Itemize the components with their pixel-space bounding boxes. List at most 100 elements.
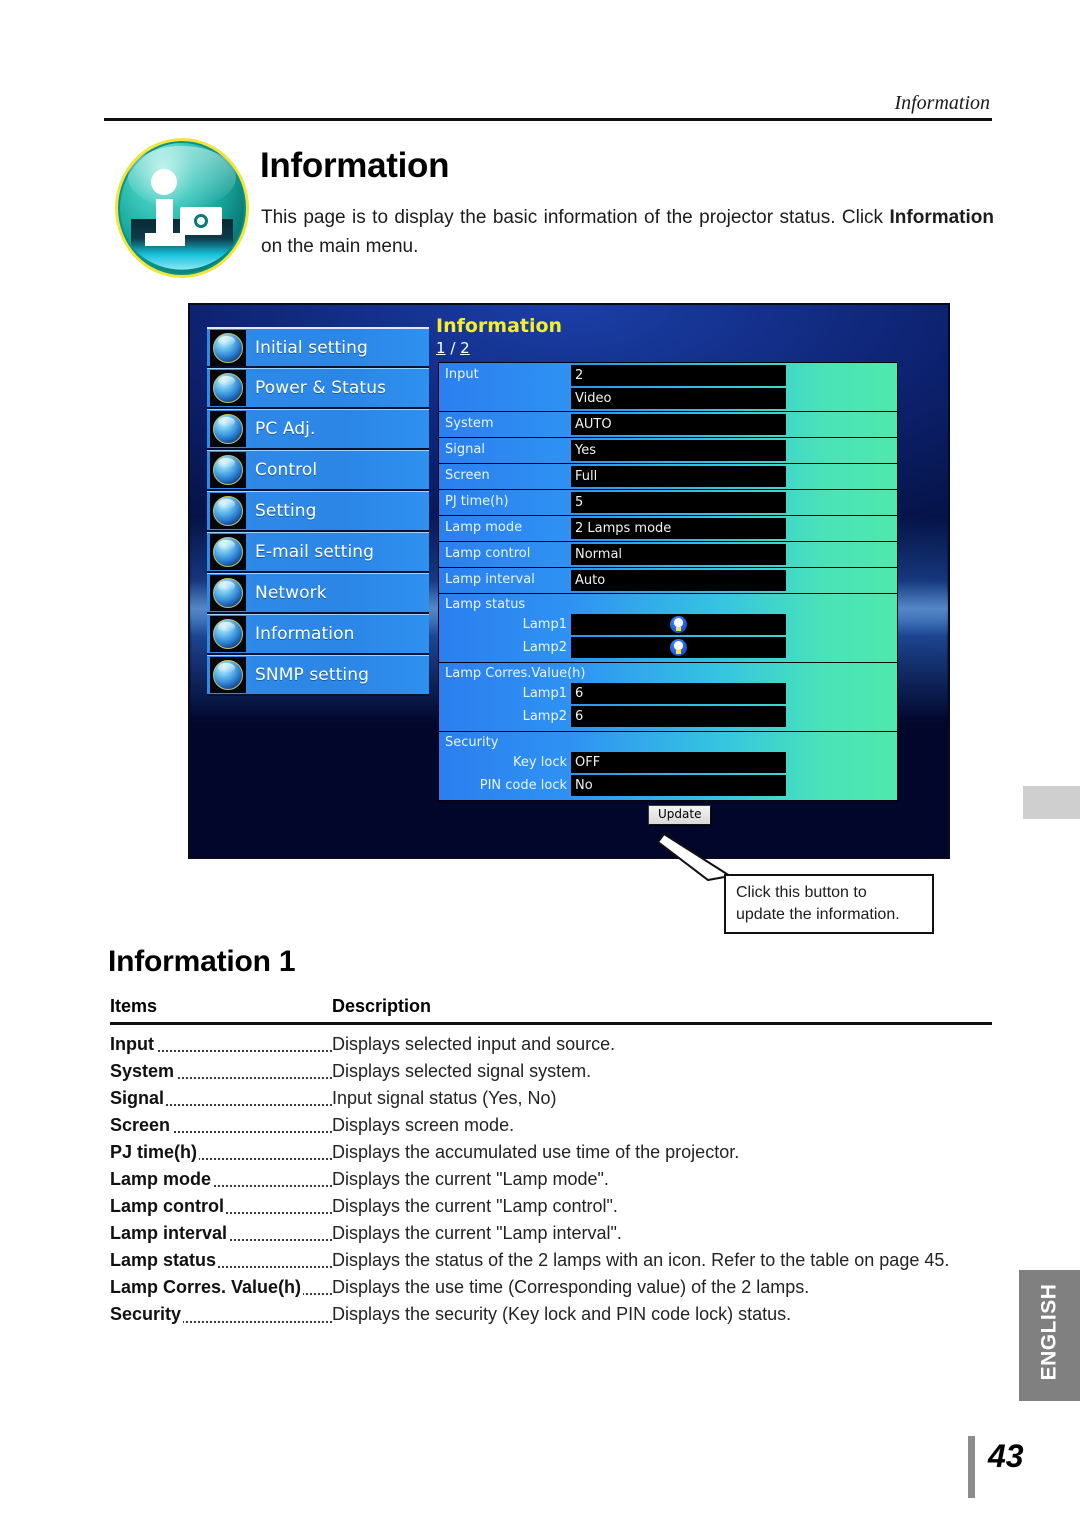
item-description: Input signal status (Yes, No) — [332, 1087, 557, 1108]
sidebar-item-label: Initial setting — [255, 337, 368, 358]
table-row: Lamp interval Displays the current "Lamp … — [110, 1220, 992, 1246]
info-row-label: Lamp mode — [445, 520, 523, 535]
callout-box: Click this button to update the informat… — [724, 874, 934, 934]
pager-current[interactable]: 1 — [436, 339, 446, 357]
info-row: Signal Yes — [439, 438, 897, 464]
sidebar-item-information[interactable]: Information — [207, 614, 429, 655]
info-subrow-label: Lamp1 — [522, 686, 567, 701]
table-row: Security Displays the security (Key lock … — [110, 1301, 992, 1327]
item-name: Lamp Corres. Value(h) — [110, 1277, 304, 1298]
sidebar-item-network[interactable]: Network — [207, 573, 429, 614]
item-description: Displays the current "Lamp control". — [332, 1196, 618, 1217]
item-name: Lamp mode — [110, 1168, 214, 1189]
item-name: Screen — [110, 1114, 173, 1135]
info-subrow: Lamp1 — [439, 614, 897, 635]
badge-i-base — [145, 233, 185, 246]
item-name-cell: Lamp status — [110, 1247, 332, 1273]
item-description: Displays selected signal system. — [332, 1060, 592, 1081]
sidebar-item-label: Power & Status — [255, 378, 387, 398]
orb-shape — [213, 373, 243, 403]
info-subrow-label: Lamp2 — [522, 640, 567, 655]
sidebar-item-label: Information — [255, 624, 355, 644]
sidebar-item-power-status[interactable]: Power & Status — [207, 368, 429, 409]
information-badge-icon — [109, 134, 255, 280]
language-tab-english: ENGLISH — [1019, 1270, 1080, 1401]
item-description: Displays the current "Lamp mode". — [332, 1168, 609, 1189]
intro-paragraph: This page is to display the basic inform… — [261, 203, 994, 262]
info-subrow: PIN code lock No — [439, 775, 897, 796]
item-description: Displays the status of the 2 lamps with … — [332, 1250, 950, 1271]
info-subrow-value-box: 6 — [571, 706, 786, 727]
page-number: 43 — [988, 1438, 1024, 1474]
lamp-bulb-icon — [670, 616, 687, 633]
info-row-values: AUTO — [571, 412, 897, 437]
table-row: Lamp Corres. Value(h) Displays the use ti… — [110, 1274, 992, 1300]
items-table-body: Input Displays selected input and source.… — [110, 1031, 992, 1328]
initial-setting-orb-icon — [210, 329, 246, 366]
page-title: Information — [260, 146, 450, 185]
column-header-items: Items — [110, 996, 158, 1016]
info-subrow-value-box: 6 — [571, 683, 786, 704]
sidebar-item-setting[interactable]: Setting — [207, 491, 429, 532]
pane-pager: 1 / 2 — [436, 339, 934, 357]
info-value-box: Yes — [571, 440, 786, 461]
info-row-label: Lamp control — [445, 546, 531, 561]
information-table: Input 2 Video System AUTO Signal Yes Screen Full… — [438, 362, 898, 801]
sidebar-item-label: E-mail setting — [255, 542, 375, 562]
info-row-values: 2 Lamps mode — [571, 516, 897, 541]
item-name: Security — [110, 1304, 184, 1325]
intro-text-pre: This page is to display the basic inform… — [261, 207, 890, 228]
info-value-box: Normal — [571, 544, 786, 565]
item-name-cell: Screen — [110, 1112, 332, 1138]
info-subrow-label: Lamp2 — [522, 709, 567, 724]
language-tab-label: ENGLISH — [1037, 1283, 1061, 1381]
table-row: Lamp status Displays the status of the 2 … — [110, 1247, 992, 1273]
info-row: Screen Full — [439, 464, 897, 490]
item-name-cell: Lamp control — [110, 1193, 332, 1219]
callout-line-2: update the information. — [736, 905, 900, 923]
table-row: Signal Input signal status (Yes, No) — [110, 1085, 992, 1111]
info-row: Lamp control Normal — [439, 542, 897, 568]
pane-title: Information — [436, 315, 563, 337]
sidebar-item-pc-adj[interactable]: PC Adj. — [207, 409, 429, 450]
sidebar-item-label: SNMP setting — [255, 665, 369, 685]
sidebar-item-control[interactable]: Control — [207, 450, 429, 491]
intro-text-post: on the main menu. — [261, 236, 419, 258]
table-row: Lamp control Displays the current "Lamp c… — [110, 1193, 992, 1219]
control-orb-icon — [210, 452, 246, 488]
orb-shape — [213, 619, 243, 649]
info-group: Security Key lock OFF PIN code lock No — [439, 732, 897, 800]
pager-total[interactable]: 2 — [460, 339, 470, 357]
orb-shape — [213, 537, 243, 567]
item-name: System — [110, 1060, 177, 1081]
item-name: Lamp interval — [110, 1223, 230, 1244]
info-row-label: Input — [445, 367, 479, 382]
information-orb-icon — [210, 616, 246, 652]
sidebar-item-label: Network — [255, 583, 327, 603]
items-description-table: Items Description Input Displays selected… — [110, 996, 992, 1329]
info-subrow-label: Key lock — [513, 755, 567, 770]
info-row-values: Normal — [571, 542, 897, 567]
info-value-box: AUTO — [571, 414, 786, 435]
info-row-label: System — [445, 416, 494, 431]
info-row: System AUTO — [439, 412, 897, 438]
info-subrow-value-box — [571, 637, 786, 658]
sidebar-item-initial-setting[interactable]: Initial setting — [207, 327, 429, 368]
info-row: Lamp mode 2 Lamps mode — [439, 516, 897, 542]
info-row-values: Auto — [571, 568, 897, 593]
info-value-box: 2 Lamps mode — [571, 518, 786, 539]
item-name: Lamp status — [110, 1250, 219, 1271]
info-value-box: Video — [571, 388, 786, 409]
page-number-rule — [968, 1436, 975, 1498]
bulb-base — [676, 627, 681, 631]
section-title: Information 1 — [108, 945, 296, 978]
update-button[interactable]: Update — [648, 805, 712, 825]
lamp-bulb-icon — [670, 639, 687, 656]
info-subrow-value-box — [571, 614, 786, 635]
info-subrow: Key lock OFF — [439, 752, 897, 773]
item-name-cell: Signal — [110, 1085, 332, 1111]
item-description: Displays the use time (Corresponding val… — [332, 1277, 810, 1298]
sidebar-item-e-mail-setting[interactable]: E-mail setting — [207, 532, 429, 573]
sidebar-item-snmp-setting[interactable]: SNMP setting — [207, 655, 429, 696]
info-row: Input 2 Video — [439, 363, 897, 412]
